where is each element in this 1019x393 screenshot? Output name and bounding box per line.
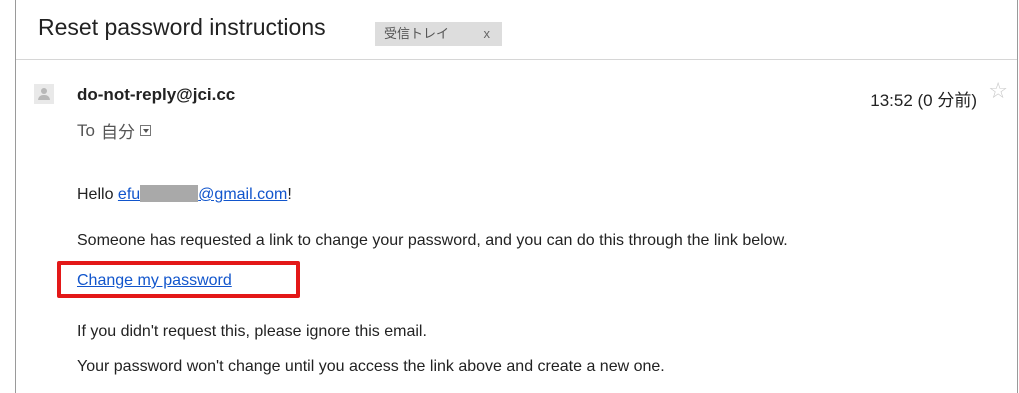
to-prefix: To: [77, 120, 95, 140]
greeting-text: Hello: [77, 186, 114, 203]
inbox-label-text: 受信トレイ: [384, 26, 450, 41]
change-password-link[interactable]: Change my password: [77, 272, 232, 290]
chevron-down-icon[interactable]: [139, 125, 151, 136]
redacted-block: [140, 185, 199, 202]
email-subject: Reset password instructions: [38, 14, 326, 40]
email-suffix: @gmail.com: [198, 186, 288, 203]
recipient-name: 自分: [100, 123, 135, 142]
body-paragraph-3: Your password won't change until you acc…: [77, 358, 665, 375]
recipient-email-link[interactable]: efu @gmail.com: [117, 185, 288, 203]
remove-label-button[interactable]: x: [484, 22, 491, 46]
email-timestamp: 13:52 (0 分前): [870, 91, 977, 110]
email-prefix: efu: [117, 186, 141, 203]
avatar-icon: [34, 84, 54, 104]
body-paragraph-2: If you didn't request this, please ignor…: [77, 323, 427, 340]
greeting-line: Hello efu @gmail.com!: [77, 185, 292, 204]
star-icon[interactable]: ☆: [988, 80, 1008, 102]
email-view: Reset password instructions 受信トレイ x do-n…: [15, 0, 1018, 393]
body-paragraph-1: Someone has requested a link to change y…: [77, 232, 788, 249]
subject-bar: Reset password instructions 受信トレイ x: [16, 0, 1017, 60]
greeting-end: !: [287, 186, 292, 203]
sender-address: do-not-reply@jci.cc: [77, 85, 236, 104]
recipient-line: To 自分: [77, 118, 151, 143]
inbox-label-chip[interactable]: 受信トレイ x: [375, 22, 502, 46]
